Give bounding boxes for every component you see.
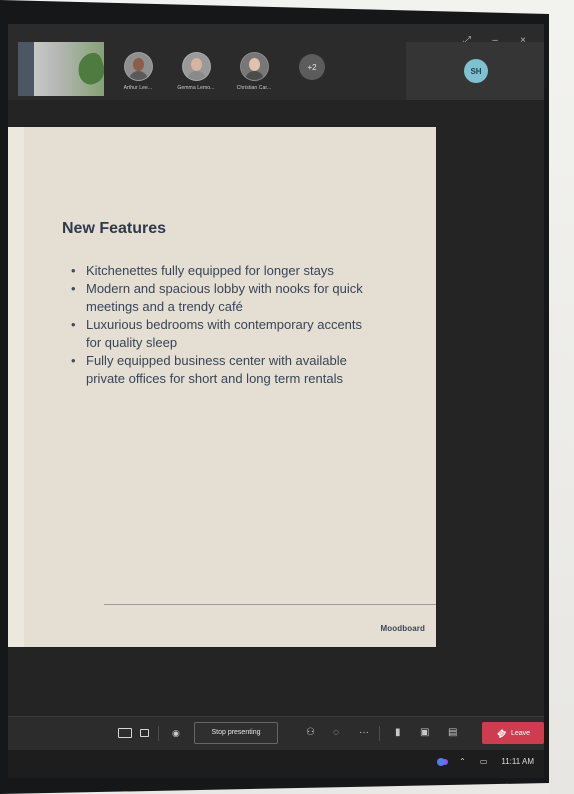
participant-tile[interactable]: Gemma Lemo...	[172, 52, 220, 91]
share-tray-icon[interactable]	[118, 725, 132, 741]
pop-out-icon	[140, 729, 149, 737]
more-participants[interactable]: +2	[288, 52, 336, 80]
share-tray-button[interactable]: ▤	[448, 725, 457, 741]
windows-taskbar: ⌃ ▭ 11:11 AM	[8, 750, 544, 778]
camera-off-icon[interactable]: ▣	[420, 725, 429, 741]
share-screen-icon	[118, 728, 132, 738]
microphone-icon[interactable]: ▮	[395, 725, 401, 741]
self-video-tile[interactable]: SH	[406, 42, 544, 100]
avatar-face	[248, 58, 260, 71]
slide-footer: Moodboard	[380, 624, 425, 633]
leave-button[interactable]: ☎ Leave	[482, 722, 544, 744]
participant-tile[interactable]: Arthur Lee...	[114, 52, 162, 91]
avatar-face	[190, 58, 202, 71]
participant-name: Arthur Lee...	[123, 85, 153, 91]
leave-label: Leave	[510, 730, 531, 737]
presenter-eye-icon[interactable]: ◉	[172, 725, 180, 741]
slide-title: New Features	[62, 220, 167, 237]
avatar-face	[132, 58, 144, 71]
presentation-slide: New Features Kitchenettes fully equipped…	[8, 127, 436, 647]
toolbar-separator	[158, 726, 159, 741]
meeting-toolbar: ◉ Stop presenting ⚇ ◌ ··· ▮ ▣ ▤ ☎ Leave	[8, 716, 544, 751]
avatar-body	[244, 71, 264, 80]
avatar-body	[186, 71, 206, 80]
screenshot-scene: s, ⤢ – × Arthur Lee...	[0, 0, 574, 794]
participant-avatar	[123, 52, 153, 81]
slide-bullet-list: Kitchenettes fully equipped for longer s…	[68, 262, 378, 388]
system-tray: ⌃ ▭ 11:11 AM	[437, 757, 534, 767]
slide-bullet: Luxurious bedrooms with contemporary acc…	[68, 316, 378, 352]
teams-tray-icon[interactable]	[437, 758, 446, 766]
slide-bullet: Kitchenettes fully equipped for longer s…	[68, 262, 378, 280]
self-avatar: SH	[464, 59, 488, 83]
avatar-body	[128, 71, 148, 80]
participant-name: Gemma Lemo...	[177, 85, 215, 91]
meeting-window: ⤢ – × Arthur Lee... Gemma Lemo... Christ…	[8, 24, 544, 778]
background-wall	[549, 0, 574, 794]
video-preview-tile[interactable]	[18, 42, 104, 96]
phone-icon: ☎	[494, 726, 509, 741]
participant-name: Christian Car...	[236, 85, 272, 91]
show-hidden-icons-icon[interactable]: ⌃	[459, 757, 466, 767]
taskbar-clock[interactable]: 11:11 AM	[501, 757, 534, 767]
participant-strip: ⤢ – × Arthur Lee... Gemma Lemo... Christ…	[8, 24, 544, 100]
participant-avatar	[239, 52, 269, 81]
slide-bullet: Fully equipped business center with avai…	[68, 352, 378, 388]
more-actions-button[interactable]: ···	[359, 725, 369, 741]
notification-icon[interactable]: ▭	[480, 757, 488, 767]
more-participants-count: +2	[299, 54, 325, 80]
people-icon[interactable]: ⚇	[306, 725, 315, 741]
participants-row: Arthur Lee... Gemma Lemo... Christian Ca…	[114, 52, 336, 92]
pop-out-presentation-icon[interactable]	[140, 725, 149, 741]
slide-left-margin	[8, 127, 24, 647]
chat-icon[interactable]: ◌	[333, 725, 339, 741]
slide-bullet: Modern and spacious lobby with nooks for…	[68, 280, 378, 316]
participant-tile[interactable]: Christian Car...	[230, 52, 278, 91]
stop-presenting-button[interactable]: Stop presenting	[194, 722, 278, 744]
slide-divider	[104, 604, 436, 605]
toolbar-separator	[379, 726, 380, 741]
monitor-screen: ⤢ – × Arthur Lee... Gemma Lemo... Christ…	[0, 0, 549, 794]
participant-avatar	[181, 52, 211, 81]
